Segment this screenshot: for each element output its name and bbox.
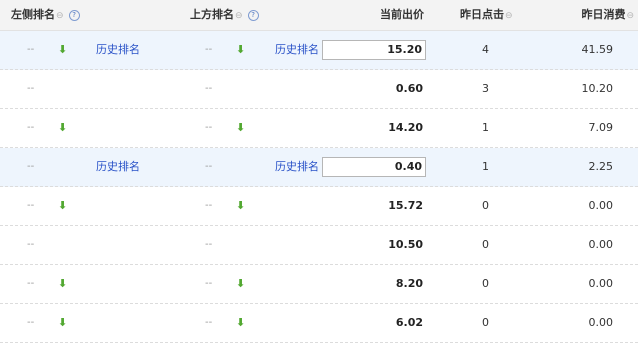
top-rank-value: --: [205, 200, 213, 211]
table-row: -- 历史排名 -- 历史排名 0.40 1 2.25: [0, 148, 638, 187]
down-arrow-icon: ⬇: [58, 199, 68, 212]
down-arrow-icon: ⬇: [236, 316, 246, 329]
bid-value: 10.50: [388, 238, 423, 251]
cost-value: 10.20: [581, 82, 614, 95]
down-arrow-icon: ⬇: [236, 199, 246, 212]
down-arrow-icon: ⬇: [236, 277, 246, 290]
down-arrow-icon: ⬇: [58, 43, 68, 56]
bid-value: 0.60: [395, 82, 423, 95]
bid-value: 6.02: [395, 316, 423, 329]
left-rank-value: --: [27, 239, 35, 250]
top-rank-value: --: [205, 161, 213, 172]
top-rank-value: --: [205, 44, 213, 55]
left-history-rank-link[interactable]: 历史排名: [96, 148, 140, 186]
current-bid-header-label: 当前出价: [380, 8, 424, 21]
left-rank-value: --: [27, 278, 35, 289]
left-history-rank-link[interactable]: 历史排名: [96, 31, 140, 69]
bid-value: 0.40: [394, 160, 422, 173]
current-bid-header: 当前出价: [380, 0, 424, 30]
clicks-value: 4: [482, 43, 489, 56]
top-history-rank-link[interactable]: 历史排名: [275, 148, 319, 186]
help-icon[interactable]: ?: [247, 10, 259, 21]
top-rank-value: --: [205, 239, 213, 250]
sort-icon[interactable]: ⊖: [505, 11, 513, 21]
cost-value: 2.25: [588, 160, 614, 173]
left-rank-header-label: 左侧排名: [11, 8, 55, 21]
bid-input[interactable]: 0.40: [322, 157, 426, 177]
top-rank-value: --: [205, 83, 213, 94]
yesterday-clicks-header[interactable]: 昨日点击⊖: [460, 0, 513, 30]
sort-icon[interactable]: ⊖: [235, 11, 243, 21]
down-arrow-icon: ⬇: [58, 277, 68, 290]
left-rank-value: --: [27, 200, 35, 211]
down-arrow-icon: ⬇: [236, 121, 246, 134]
bid-value: 14.20: [388, 121, 423, 134]
table-row: -- ⬇ 历史排名 -- ⬇ 历史排名 15.20 4 41.59: [0, 31, 638, 70]
top-rank-value: --: [205, 317, 213, 328]
cost-value: 0.00: [588, 238, 614, 251]
top-rank-value: --: [205, 122, 213, 133]
down-arrow-icon: ⬇: [236, 43, 246, 56]
clicks-value: 1: [482, 121, 489, 134]
sort-icon[interactable]: ⊖: [626, 11, 634, 21]
clicks-value: 0: [482, 238, 489, 251]
table-row: -- -- 0.60 3 10.20: [0, 70, 638, 109]
cost-value: 0.00: [588, 199, 614, 212]
down-arrow-icon: ⬇: [58, 316, 68, 329]
left-rank-value: --: [27, 161, 35, 172]
table-row: -- ⬇ -- ⬇ 8.20 0 0.00: [0, 265, 638, 304]
table-row: -- ⬇ -- ⬇ 14.20 1 7.09: [0, 109, 638, 148]
top-history-rank-link[interactable]: 历史排名: [275, 31, 319, 69]
clicks-value: 0: [482, 277, 489, 290]
top-rank-value: --: [205, 278, 213, 289]
table-row: -- -- 10.50 0 0.00: [0, 226, 638, 265]
cost-value: 7.09: [588, 121, 614, 134]
top-rank-header[interactable]: 上方排名⊖?: [190, 0, 259, 30]
bid-value: 15.72: [388, 199, 423, 212]
clicks-value: 1: [482, 160, 489, 173]
left-rank-value: --: [27, 83, 35, 94]
cost-value: 0.00: [588, 316, 614, 329]
clicks-value: 0: [482, 316, 489, 329]
yesterday-cost-header-label: 昨日消费: [581, 8, 626, 21]
top-rank-header-label: 上方排名: [190, 8, 234, 21]
help-icon[interactable]: ?: [68, 10, 80, 21]
yesterday-clicks-header-label: 昨日点击: [460, 8, 504, 21]
left-rank-value: --: [27, 44, 35, 55]
table-header: 左侧排名⊖? 上方排名⊖? 当前出价 昨日点击⊖ 昨日消费⊖: [0, 0, 638, 31]
cost-value: 0.00: [588, 277, 614, 290]
cost-value: 41.59: [581, 43, 614, 56]
left-rank-header[interactable]: 左侧排名⊖?: [11, 0, 80, 30]
clicks-value: 3: [482, 82, 489, 95]
left-rank-value: --: [27, 317, 35, 328]
yesterday-cost-header[interactable]: 昨日消费⊖: [581, 0, 634, 30]
table-row: -- ⬇ -- ⬇ 6.02 0 0.00: [0, 304, 638, 343]
bid-input[interactable]: 15.20: [322, 40, 426, 60]
bid-value: 15.20: [387, 43, 422, 56]
clicks-value: 0: [482, 199, 489, 212]
table-row: -- ⬇ -- ⬇ 15.72 0 0.00: [0, 187, 638, 226]
down-arrow-icon: ⬇: [58, 121, 68, 134]
bid-value: 8.20: [395, 277, 423, 290]
left-rank-value: --: [27, 122, 35, 133]
sort-icon[interactable]: ⊖: [56, 11, 64, 21]
keyword-table: 左侧排名⊖? 上方排名⊖? 当前出价 昨日点击⊖ 昨日消费⊖ -- ⬇ 历史排名 --…: [0, 0, 638, 350]
